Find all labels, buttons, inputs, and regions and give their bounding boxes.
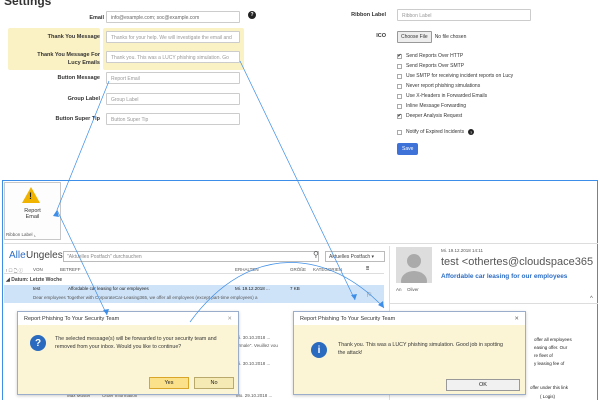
- connector-arrows: [53, 60, 385, 323]
